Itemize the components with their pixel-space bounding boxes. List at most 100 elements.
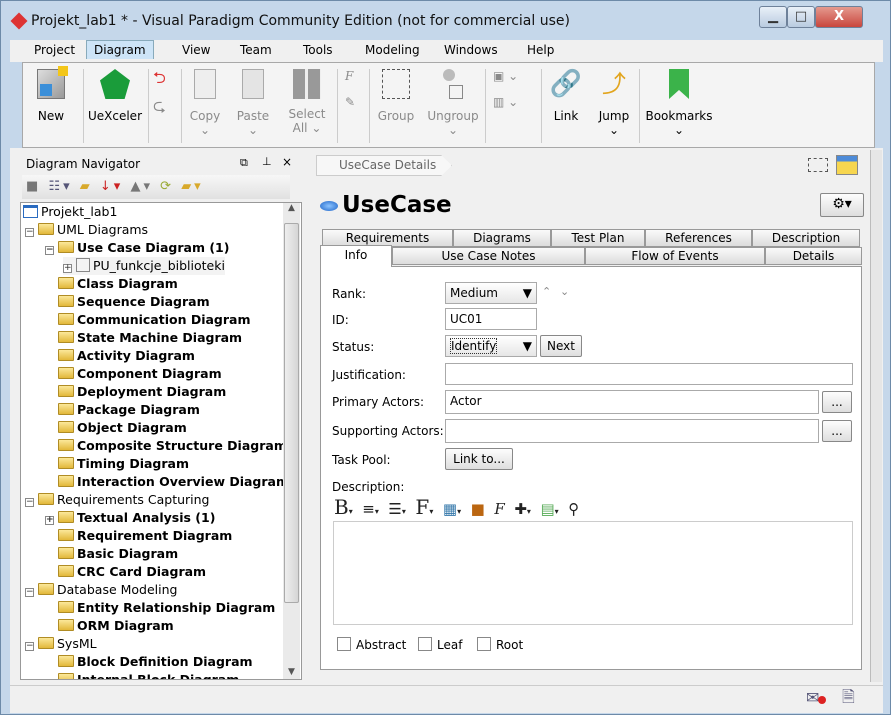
- redo-icon[interactable]: ⮎: [153, 95, 166, 122]
- menu-help[interactable]: Help: [527, 43, 554, 57]
- expand-icon[interactable]: +: [45, 516, 54, 525]
- bold-icon[interactable]: B: [334, 495, 349, 519]
- menu-windows[interactable]: Windows: [444, 43, 498, 57]
- clear-format-icon[interactable]: F: [494, 500, 504, 518]
- export-icon[interactable]: ▤: [540, 500, 554, 518]
- tree-item[interactable]: Timing Diagram: [58, 455, 189, 473]
- collapse-icon[interactable]: −: [25, 588, 34, 597]
- primary-actors-field[interactable]: Actor: [445, 390, 819, 414]
- undo-icon[interactable]: ⮌: [153, 67, 166, 94]
- tab-diagrams[interactable]: Diagrams: [453, 229, 551, 247]
- fit-icon[interactable]: [808, 158, 828, 172]
- expand-icon[interactable]: +: [63, 264, 72, 273]
- tree-item[interactable]: Package Diagram: [58, 401, 200, 419]
- find-icon[interactable]: ⚲: [568, 500, 579, 518]
- tree-item[interactable]: Entity Relationship Diagram: [58, 599, 275, 617]
- tree-item[interactable]: Activity Diagram: [58, 347, 195, 365]
- link-button[interactable]: 🔗 Link: [545, 69, 587, 123]
- group-button[interactable]: Group: [375, 69, 417, 123]
- copy-button[interactable]: Copy ⌄: [185, 69, 225, 137]
- tree-item[interactable]: Component Diagram: [58, 365, 222, 383]
- sort-icon[interactable]: ↓▾: [100, 179, 123, 194]
- font-style-icon[interactable]: F: [415, 495, 429, 519]
- description-editor[interactable]: [333, 521, 853, 625]
- root-checkbox[interactable]: [477, 637, 491, 651]
- tree-item[interactable]: Interaction Overview Diagram: [58, 473, 289, 491]
- tree-item[interactable]: Sequence Diagram: [58, 293, 210, 311]
- tree-item[interactable]: − UML Diagrams: [25, 221, 148, 239]
- uexceler-button[interactable]: UeXceler: [85, 69, 145, 123]
- tree-item[interactable]: Block Definition Diagram: [58, 653, 253, 671]
- menu-tools[interactable]: Tools: [303, 43, 333, 57]
- rank-select[interactable]: Medium ▼: [445, 282, 537, 304]
- tree-item[interactable]: Object Diagram: [58, 419, 187, 437]
- tab-details[interactable]: Details: [765, 247, 862, 265]
- paste-button[interactable]: Paste ⌄: [233, 69, 273, 137]
- layout-icon[interactable]: [836, 155, 858, 175]
- supporting-actors-field[interactable]: [445, 419, 819, 443]
- tree-item[interactable]: Communication Diagram: [58, 311, 251, 329]
- link-to-button[interactable]: Link to...: [445, 448, 513, 470]
- close-button[interactable]: X: [815, 6, 863, 28]
- settings-gear-button[interactable]: ⚙▾: [820, 193, 864, 217]
- status-select[interactable]: Identify ▼: [445, 335, 537, 357]
- folder-icon[interactable]: ▰: [80, 179, 93, 194]
- menu-project[interactable]: Project: [34, 43, 75, 57]
- tree-item[interactable]: Projekt_lab1: [23, 203, 117, 221]
- color-icon[interactable]: ■: [471, 500, 485, 518]
- menu-modeling[interactable]: Modeling: [365, 43, 420, 57]
- menu-view[interactable]: View: [182, 43, 210, 57]
- tree-view-icon[interactable]: ☷▾: [48, 179, 72, 194]
- up-icon[interactable]: ▲▾: [130, 179, 153, 194]
- distribute-icon[interactable]: ▥ ⌄: [493, 95, 518, 109]
- tree-item[interactable]: State Machine Diagram: [58, 329, 242, 347]
- tab-flow-of-events[interactable]: Flow of Events: [585, 247, 765, 265]
- tab-description[interactable]: Description: [752, 229, 860, 247]
- notes-icon[interactable]: 🗎: [842, 686, 855, 713]
- pin-icon[interactable]: ⊥: [262, 155, 272, 168]
- tab-info[interactable]: Info: [320, 245, 392, 267]
- collapse-icon[interactable]: −: [25, 498, 34, 507]
- leaf-checkbox[interactable]: [418, 637, 432, 651]
- tree-item[interactable]: Requirement Diagram: [58, 527, 232, 545]
- tree-item[interactable]: CRC Card Diagram: [58, 563, 206, 581]
- tree-scrollbar[interactable]: ▲ ▼: [283, 203, 300, 679]
- refresh-icon[interactable]: ⟳: [160, 179, 174, 194]
- justification-field[interactable]: [445, 363, 853, 385]
- insert-icon[interactable]: ✚: [514, 500, 527, 518]
- tab-test-plan[interactable]: Test Plan: [551, 229, 645, 247]
- minimize-button[interactable]: ▁: [759, 6, 787, 28]
- collapse-icon[interactable]: −: [25, 228, 34, 237]
- id-field[interactable]: UC01: [445, 308, 537, 330]
- tab-references[interactable]: References: [645, 229, 752, 247]
- align-text-icon[interactable]: ≡: [362, 500, 375, 518]
- next-button[interactable]: Next: [540, 335, 582, 357]
- list-icon[interactable]: ☰: [388, 500, 401, 518]
- scroll-thumb[interactable]: [284, 223, 299, 603]
- mail-icon[interactable]: ✉: [806, 688, 826, 707]
- stop-icon[interactable]: ■: [26, 179, 41, 194]
- supporting-actors-browse-button[interactable]: ...: [822, 420, 852, 442]
- tree-item[interactable]: − Requirements Capturing: [25, 491, 210, 509]
- tree-item[interactable]: Internal Block Diagram: [58, 671, 239, 679]
- align-icon[interactable]: ▣ ⌄: [493, 69, 518, 83]
- tree-item[interactable]: − SysML: [25, 635, 97, 653]
- primary-actors-browse-button[interactable]: ...: [822, 391, 852, 413]
- menu-team[interactable]: Team: [240, 43, 272, 57]
- maximize-button[interactable]: □: [787, 6, 815, 28]
- abstract-checkbox[interactable]: [337, 637, 351, 651]
- tree-item[interactable]: Composite Structure Diagram: [58, 437, 287, 455]
- open-folder-icon[interactable]: ▰▾: [181, 179, 204, 194]
- collapse-icon[interactable]: −: [25, 642, 34, 651]
- bookmarks-button[interactable]: Bookmarks ⌄: [643, 69, 715, 137]
- move-down-icon[interactable]: ⌄: [560, 285, 569, 298]
- breadcrumb[interactable]: UseCase Details: [316, 155, 452, 176]
- collapse-icon[interactable]: −: [45, 246, 54, 255]
- table-icon[interactable]: ▦: [443, 500, 457, 518]
- tree-item[interactable]: Class Diagram: [58, 275, 178, 293]
- tree-item[interactable]: − Use Case Diagram (1): [45, 239, 229, 257]
- tab-use-case-notes[interactable]: Use Case Notes: [392, 247, 585, 265]
- select-all-button[interactable]: Select All ⌄: [285, 69, 329, 135]
- tree-item[interactable]: − Database Modeling: [25, 581, 177, 599]
- ungroup-button[interactable]: Ungroup ⌄: [427, 69, 479, 137]
